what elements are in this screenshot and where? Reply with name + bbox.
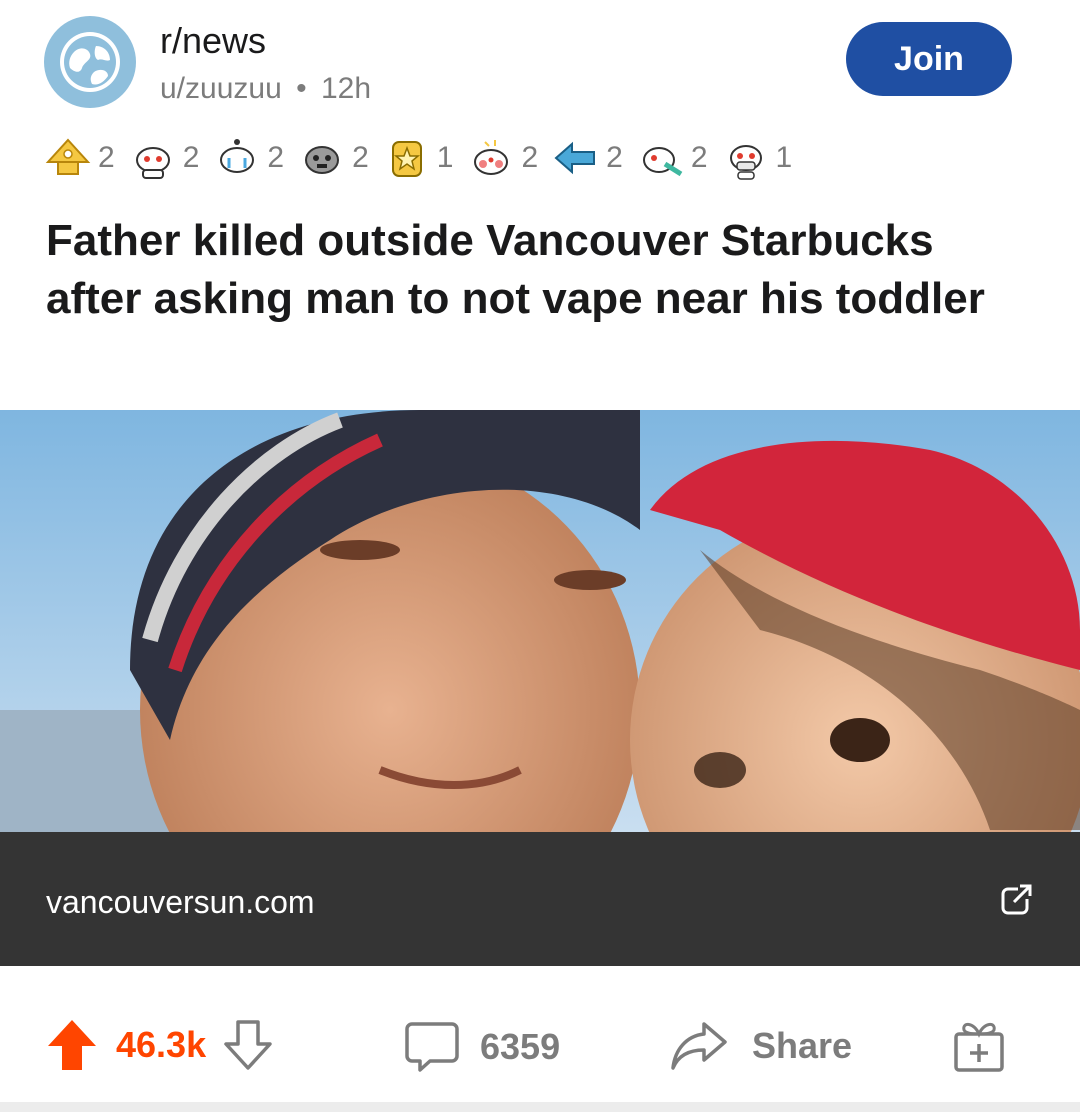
post-title[interactable]: Father killed outside Vancouver Starbuck…	[46, 212, 1036, 328]
pyramid-award-icon	[45, 138, 91, 175]
award-item[interactable]: 1	[722, 134, 793, 182]
award-item[interactable]: 2	[129, 134, 200, 182]
meta-separator: •	[296, 72, 307, 105]
crying-snoo-award-icon	[220, 139, 255, 173]
blushing-snoo-award-icon	[474, 140, 509, 175]
vomit-snoo-award-icon	[642, 147, 683, 177]
award-button[interactable]	[952, 1018, 1006, 1074]
award-count: 2	[267, 141, 285, 174]
comment-bubble-icon	[405, 1022, 459, 1072]
award-count: 2	[352, 141, 369, 174]
award-item[interactable]: 2	[552, 134, 623, 182]
external-link-icon[interactable]	[1000, 882, 1034, 916]
post-meta: u/zuuzuu • 12h	[160, 72, 371, 106]
gray-snoo-award-icon	[305, 146, 340, 174]
award-count: 1	[436, 141, 454, 174]
award-count: 2	[182, 141, 200, 174]
subreddit-name[interactable]: r/news	[160, 20, 266, 62]
share-arrow-icon	[671, 1022, 727, 1070]
downvote-arrow-icon[interactable]	[222, 1018, 274, 1072]
snoo-award-icon	[135, 147, 170, 179]
masked-snoo-award-icon	[729, 145, 762, 180]
share-button[interactable]: Share	[670, 1020, 852, 1072]
award-count: 2	[690, 141, 708, 174]
award-item[interactable]: 2	[467, 134, 538, 182]
gift-box-icon	[954, 1023, 1004, 1072]
upvote-count: 46.3k	[116, 1024, 207, 1065]
star-medal-award-icon	[391, 141, 422, 177]
award-item[interactable]: 2	[213, 134, 284, 182]
comment-count: 6359	[480, 1026, 561, 1067]
post-action-bar: 46.3k 6359 Share	[0, 966, 1080, 1112]
comments-button[interactable]: 6359	[404, 1020, 560, 1074]
award-count: 2	[98, 141, 115, 174]
post-header: r/news u/zuuzuu • 12h Join	[0, 0, 1080, 120]
awards-row[interactable]: 2 2 2 2 1 2 2 2 1	[44, 134, 806, 182]
author-name[interactable]: u/zuuzuu	[160, 72, 282, 105]
feed-divider	[0, 1102, 1080, 1112]
vote-group: 46.3k	[46, 1018, 274, 1072]
award-count: 1	[775, 141, 793, 174]
upvote-arrow-icon[interactable]	[46, 1018, 98, 1072]
award-item[interactable]: 2	[637, 134, 708, 182]
award-count: 2	[521, 141, 539, 174]
post-age: 12h	[320, 72, 372, 105]
join-button[interactable]: Join	[846, 22, 1012, 96]
award-item[interactable]: 1	[383, 134, 454, 182]
link-preview-bar[interactable]: vancouversun.com	[0, 832, 1080, 966]
link-domain[interactable]: vancouversun.com	[46, 884, 315, 921]
award-item[interactable]: 2	[44, 134, 115, 182]
share-label: Share	[752, 1025, 853, 1066]
arrow-award-icon	[554, 141, 596, 175]
award-count: 2	[606, 141, 623, 174]
award-item[interactable]: 2	[298, 134, 369, 182]
subreddit-avatar-globe-icon[interactable]	[44, 16, 136, 108]
post-image[interactable]	[0, 410, 1080, 832]
